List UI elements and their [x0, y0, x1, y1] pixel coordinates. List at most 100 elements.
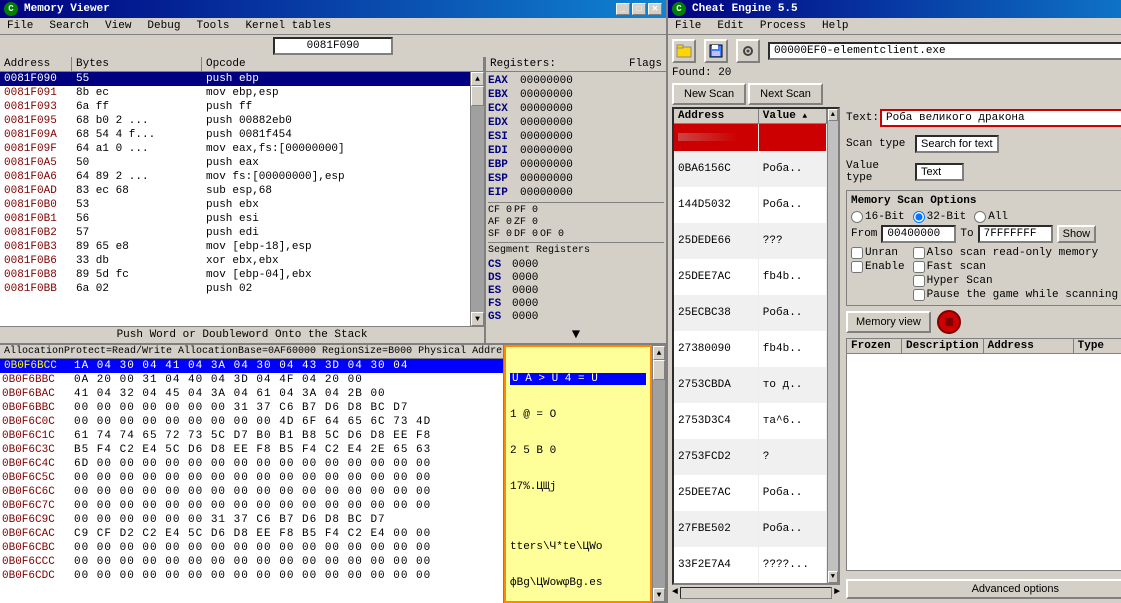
hex-row[interactable]: 0B0F6C1C 61 74 74 65 72 73 5C D7 B0 B1 B…	[0, 429, 503, 443]
show-button[interactable]: Show	[1057, 225, 1097, 243]
result-row[interactable]: 25DEDE66???	[674, 223, 826, 259]
process-name-input[interactable]	[768, 42, 1121, 60]
menu-view[interactable]: View	[102, 19, 134, 33]
hex-row[interactable]: 0B0F6C9C 00 00 00 00 00 00 31 37 C6 B7 D…	[0, 513, 503, 527]
ce-menu-edit[interactable]: Edit	[714, 19, 746, 33]
hex-row[interactable]: 0B0F6BAC 41 04 32 04 45 04 3A 04 61 04 3…	[0, 387, 503, 401]
results-scrollbar[interactable]: ▲ ▼	[827, 109, 838, 583]
disasm-row[interactable]: 0081F0BB 6a 02 push 02	[0, 282, 470, 296]
menu-file[interactable]: File	[4, 19, 36, 33]
disasm-row[interactable]: 0081F0B2 57 push edi	[0, 226, 470, 240]
result-row[interactable]: 0BA6156CРоба..	[674, 151, 826, 187]
result-row[interactable]: 25DEE7ACfb4b..	[674, 259, 826, 295]
to-address-input[interactable]	[978, 225, 1053, 243]
ce-menu-process[interactable]: Process	[757, 19, 809, 33]
result-row[interactable]: 2753CBDAто д..	[674, 367, 826, 403]
save-button[interactable]	[704, 39, 728, 63]
bit-32-radio[interactable]	[913, 211, 925, 223]
minimize-button[interactable]: _	[616, 3, 630, 15]
disasm-row[interactable]: 0081F0A6 64 89 2 ... mov fs:[00000000],e…	[0, 170, 470, 184]
menu-debug[interactable]: Debug	[144, 19, 183, 33]
disasm-row[interactable]: 0081F09A 68 54 4 f... push 0081f454	[0, 128, 470, 142]
result-row[interactable]: 27380090fb4b..	[674, 331, 826, 367]
results-scroll-down[interactable]: ▼	[828, 571, 838, 583]
address-input[interactable]	[273, 37, 393, 55]
disasm-row[interactable]: 0081F09F 64 a1 0 ... mov eax,fs:[0000000…	[0, 142, 470, 156]
results-scroll-track[interactable]	[828, 121, 838, 571]
bit-all-radio[interactable]	[974, 211, 986, 223]
col-value[interactable]: Value ▲	[758, 109, 826, 124]
hex-scroll-track[interactable]	[653, 360, 665, 588]
result-row[interactable]: 25DEE7ACРоба..	[674, 475, 826, 511]
disasm-row[interactable]: 0081F091 8b ec mov ebp,esp	[0, 86, 470, 100]
disasm-row[interactable]: 0081F0B3 89 65 e8 mov [ebp-18],esp	[0, 240, 470, 254]
close-button[interactable]: ✕	[648, 3, 662, 15]
result-row[interactable]: 33F2E7A4????...	[674, 547, 826, 583]
from-address-input[interactable]	[881, 225, 956, 243]
results-scroll-left[interactable]: ◄	[672, 587, 678, 599]
disasm-row[interactable]: 0081F090 55 push ebp	[0, 72, 470, 86]
menu-kernel[interactable]: Kernel tables	[242, 19, 334, 33]
hex-row[interactable]: 0B0F6C3C B5 F4 C2 E4 5C D6 D8 EE F8 B5 F…	[0, 443, 503, 457]
value-type-dropdown[interactable]: Text Byte 2 Bytes 4 Bytes	[915, 163, 964, 181]
disasm-scrollbar[interactable]: ▲ ▼	[470, 72, 484, 326]
col-address[interactable]: Address	[674, 109, 758, 124]
advanced-options-button[interactable]: Advanced options	[846, 579, 1121, 599]
hex-row[interactable]: 0B0F6CBC 00 00 00 00 00 00 00 00 00 00 0…	[0, 541, 503, 555]
next-scan-button[interactable]: Next Scan	[748, 83, 823, 105]
result-row[interactable]: 144D5032Роба..	[674, 187, 826, 223]
pause-game-checkbox[interactable]	[913, 289, 925, 301]
hex-row[interactable]: 0B0F6CDC 00 00 00 00 00 00 00 00 00 00 0…	[0, 569, 503, 583]
open-process-button[interactable]	[672, 39, 696, 63]
settings-button[interactable]	[736, 39, 760, 63]
scan-type-dropdown[interactable]: Search for text Exact Value Bigger than.…	[915, 135, 999, 153]
scroll-up-arrow[interactable]: ▲	[471, 72, 484, 86]
disasm-row[interactable]: 0081F095 68 b0 2 ... push 00882eb0	[0, 114, 470, 128]
disasm-row[interactable]: 0081F0A5 50 push eax	[0, 156, 470, 170]
results-scroll-up[interactable]: ▲	[828, 109, 838, 121]
result-row[interactable]: 2753D3C4та^6..	[674, 403, 826, 439]
fast-scan-checkbox[interactable]	[913, 261, 925, 273]
result-row[interactable]: 25ECBC38Роба..	[674, 295, 826, 331]
hex-row[interactable]: 0B0F6C0C 00 00 00 00 00 00 00 00 00 4D 6…	[0, 415, 503, 429]
bit-16-radio[interactable]	[851, 211, 863, 223]
stop-button[interactable]	[937, 310, 961, 334]
hex-scrollbar[interactable]: ▲ ▼	[652, 345, 666, 603]
disasm-row[interactable]: 0081F0B6 33 db xor ebx,ebx	[0, 254, 470, 268]
hex-row[interactable]: 0B0F6CCC 00 00 00 00 00 00 00 00 00 00 0…	[0, 555, 503, 569]
hex-row[interactable]: 0B0F6BCC 1A 04 30 04 41 04 3A 04 30 04 4…	[0, 359, 503, 373]
memory-view-button[interactable]: Memory view	[846, 311, 931, 333]
hex-row[interactable]: 0B0F6C4C 6D 00 00 00 00 00 00 00 00 00 0…	[0, 457, 503, 471]
hex-row[interactable]: 0B0F6CAC C9 CF D2 C2 E4 5C D6 D8 EE F8 B…	[0, 527, 503, 541]
scroll-down-arrow[interactable]: ▼	[471, 312, 484, 326]
maximize-button[interactable]: □	[632, 3, 646, 15]
hex-scroll-up[interactable]: ▲	[653, 346, 665, 360]
enable-checkbox[interactable]	[851, 261, 863, 273]
hex-scroll-down[interactable]: ▼	[653, 588, 665, 602]
hex-row[interactable]: 0B0F6BBC 00 00 00 00 00 00 00 31 37 C6 B…	[0, 401, 503, 415]
scroll-track[interactable]	[471, 86, 484, 312]
unran-checkbox[interactable]	[851, 247, 863, 259]
disasm-row[interactable]: 0081F0B0 53 push ebx	[0, 198, 470, 212]
disasm-row[interactable]: 0081F0B8 89 5d fc mov [ebp-04],ebx	[0, 268, 470, 282]
results-scroll-right[interactable]: ►	[834, 587, 840, 599]
result-row[interactable]: 2753FCD2?	[674, 439, 826, 475]
result-row[interactable]: 27FBE502Роба..	[674, 511, 826, 547]
hex-row[interactable]: 0B0F6C5C 00 00 00 00 00 00 00 00 00 00 0…	[0, 471, 503, 485]
disasm-row[interactable]: 0081F0B1 56 push esi	[0, 212, 470, 226]
reg-scroll-down[interactable]: ▼	[488, 327, 664, 343]
hyper-scan-checkbox[interactable]	[913, 275, 925, 287]
menu-search[interactable]: Search	[46, 19, 92, 33]
ce-menu-file[interactable]: File	[672, 19, 704, 33]
hex-row[interactable]: 0B0F6C6C 00 00 00 00 00 00 00 00 00 00 0…	[0, 485, 503, 499]
hex-row[interactable]: 0B0F6C7C 00 00 00 00 00 00 00 00 00 00 0…	[0, 499, 503, 513]
hex-row[interactable]: 0B0F6BBC 0A 20 00 31 04 40 04 3D 04 4F 0…	[0, 373, 503, 387]
result-row[interactable]	[674, 124, 826, 151]
readonly-checkbox[interactable]	[913, 247, 925, 259]
disasm-row[interactable]: 0081F0AD 83 ec 68 sub esp,68	[0, 184, 470, 198]
ce-menu-help[interactable]: Help	[819, 19, 851, 33]
search-text-input[interactable]	[880, 109, 1121, 127]
disasm-row[interactable]: 0081F093 6a ff push ff	[0, 100, 470, 114]
menu-tools[interactable]: Tools	[193, 19, 232, 33]
new-scan-button[interactable]: New Scan	[672, 83, 746, 105]
